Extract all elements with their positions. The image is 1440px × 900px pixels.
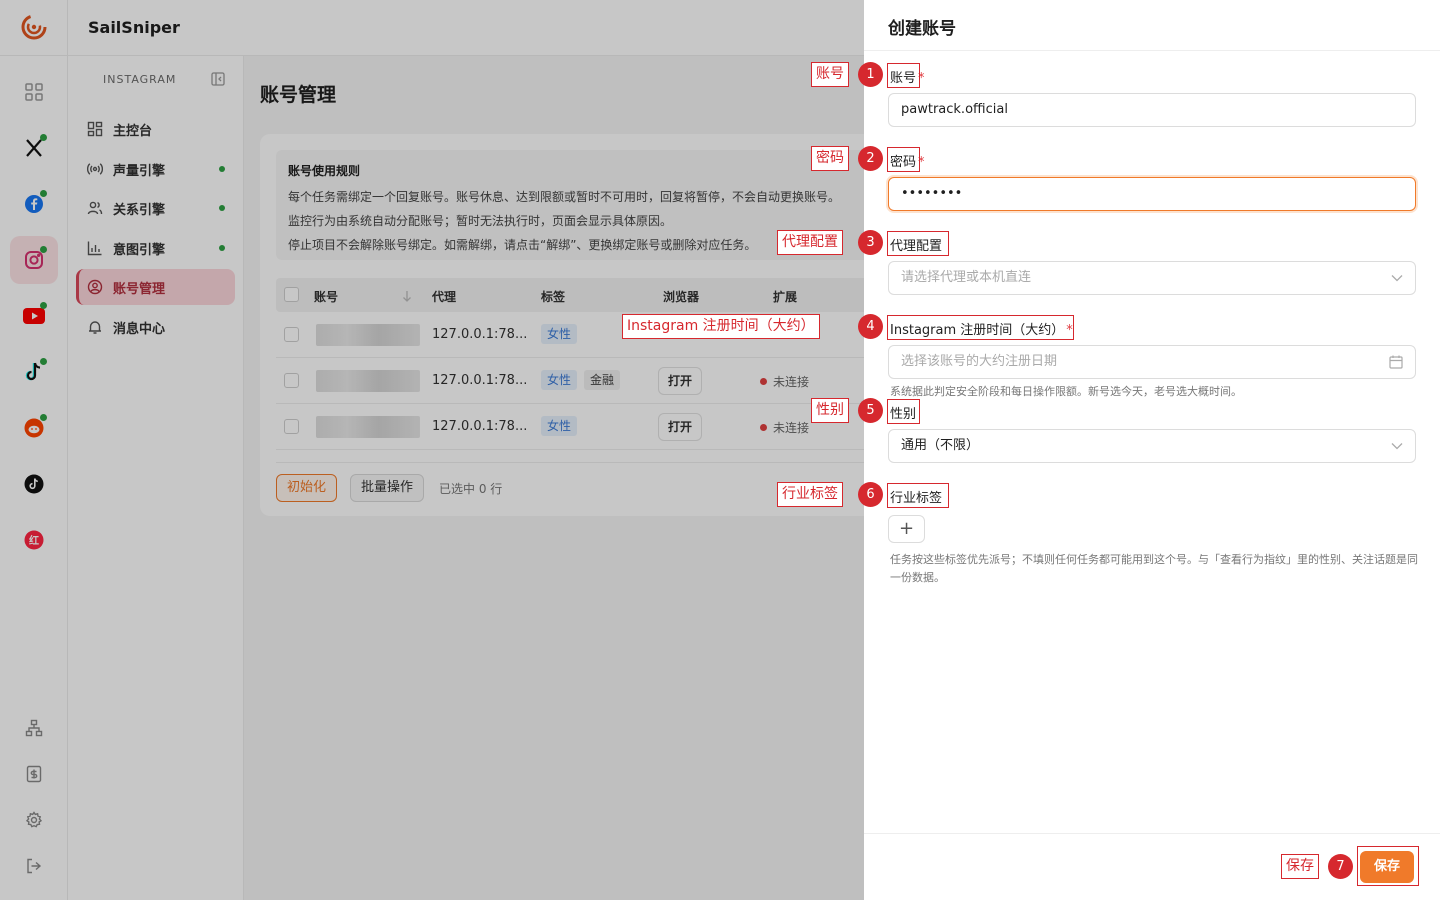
annotation-label: 行业标签 <box>777 482 843 507</box>
modal-backdrop[interactable] <box>0 0 864 900</box>
calendar-icon <box>1389 355 1403 369</box>
drawer-header: 创建账号 <box>864 0 1440 51</box>
annotation-highlight <box>1357 846 1419 886</box>
annotation-number: 2 <box>858 146 883 171</box>
annotation-number: 3 <box>858 230 883 255</box>
proxy-select[interactable]: 请选择代理或本机直连 <box>888 261 1416 295</box>
drawer-title: 创建账号 <box>888 19 956 39</box>
regdate-hint: 系统据此判定安全阶段和每日操作限额。新号选今天，老号选大概时间。 <box>890 385 1242 398</box>
annotation-highlight <box>887 63 920 88</box>
annotation-highlight <box>887 483 949 508</box>
annotation-highlight <box>887 231 949 256</box>
chevron-down-icon <box>1391 275 1403 282</box>
account-input[interactable]: pawtrack.official <box>888 93 1416 127</box>
annotation-highlight <box>887 147 920 172</box>
proxy-select-placeholder: 请选择代理或本机直连 <box>901 270 1032 285</box>
annotation-highlight <box>887 399 920 424</box>
add-tag-button[interactable]: + <box>888 515 925 543</box>
annotation-number: 1 <box>858 62 883 87</box>
annotation-number: 5 <box>858 398 883 423</box>
annotation-label: 性别 <box>811 398 849 423</box>
create-account-drawer: 创建账号 账号 * pawtrack.official 密码 * •••••••• … <box>864 0 1440 900</box>
annotation-label: Instagram 注册时间（大约） <box>622 314 820 339</box>
annotation-number: 4 <box>858 314 883 339</box>
annotation-number: 7 <box>1328 854 1353 879</box>
gender-select-value: 通用（不限） <box>901 438 980 453</box>
annotation-highlight <box>887 315 1074 340</box>
annotation-label: 账号 <box>811 62 849 87</box>
annotation-label: 密码 <box>811 146 849 171</box>
annotation-label: 代理配置 <box>777 230 843 255</box>
annotation-number: 6 <box>858 482 883 507</box>
gender-select[interactable]: 通用（不限） <box>888 429 1416 463</box>
industry-tags-hint: 任务按这些标签优先派号；不填则任何任务都可能用到这个号。与「查看行为指纹」里的性… <box>890 553 1418 584</box>
drawer-footer: 保存 <box>864 833 1440 900</box>
annotation-label: 保存 <box>1281 854 1319 879</box>
regdate-placeholder: 选择该账号的大约注册日期 <box>901 354 1058 369</box>
regdate-picker[interactable]: 选择该账号的大约注册日期 <box>888 345 1416 379</box>
password-input[interactable]: •••••••• <box>888 177 1416 211</box>
chevron-down-icon <box>1391 443 1403 450</box>
